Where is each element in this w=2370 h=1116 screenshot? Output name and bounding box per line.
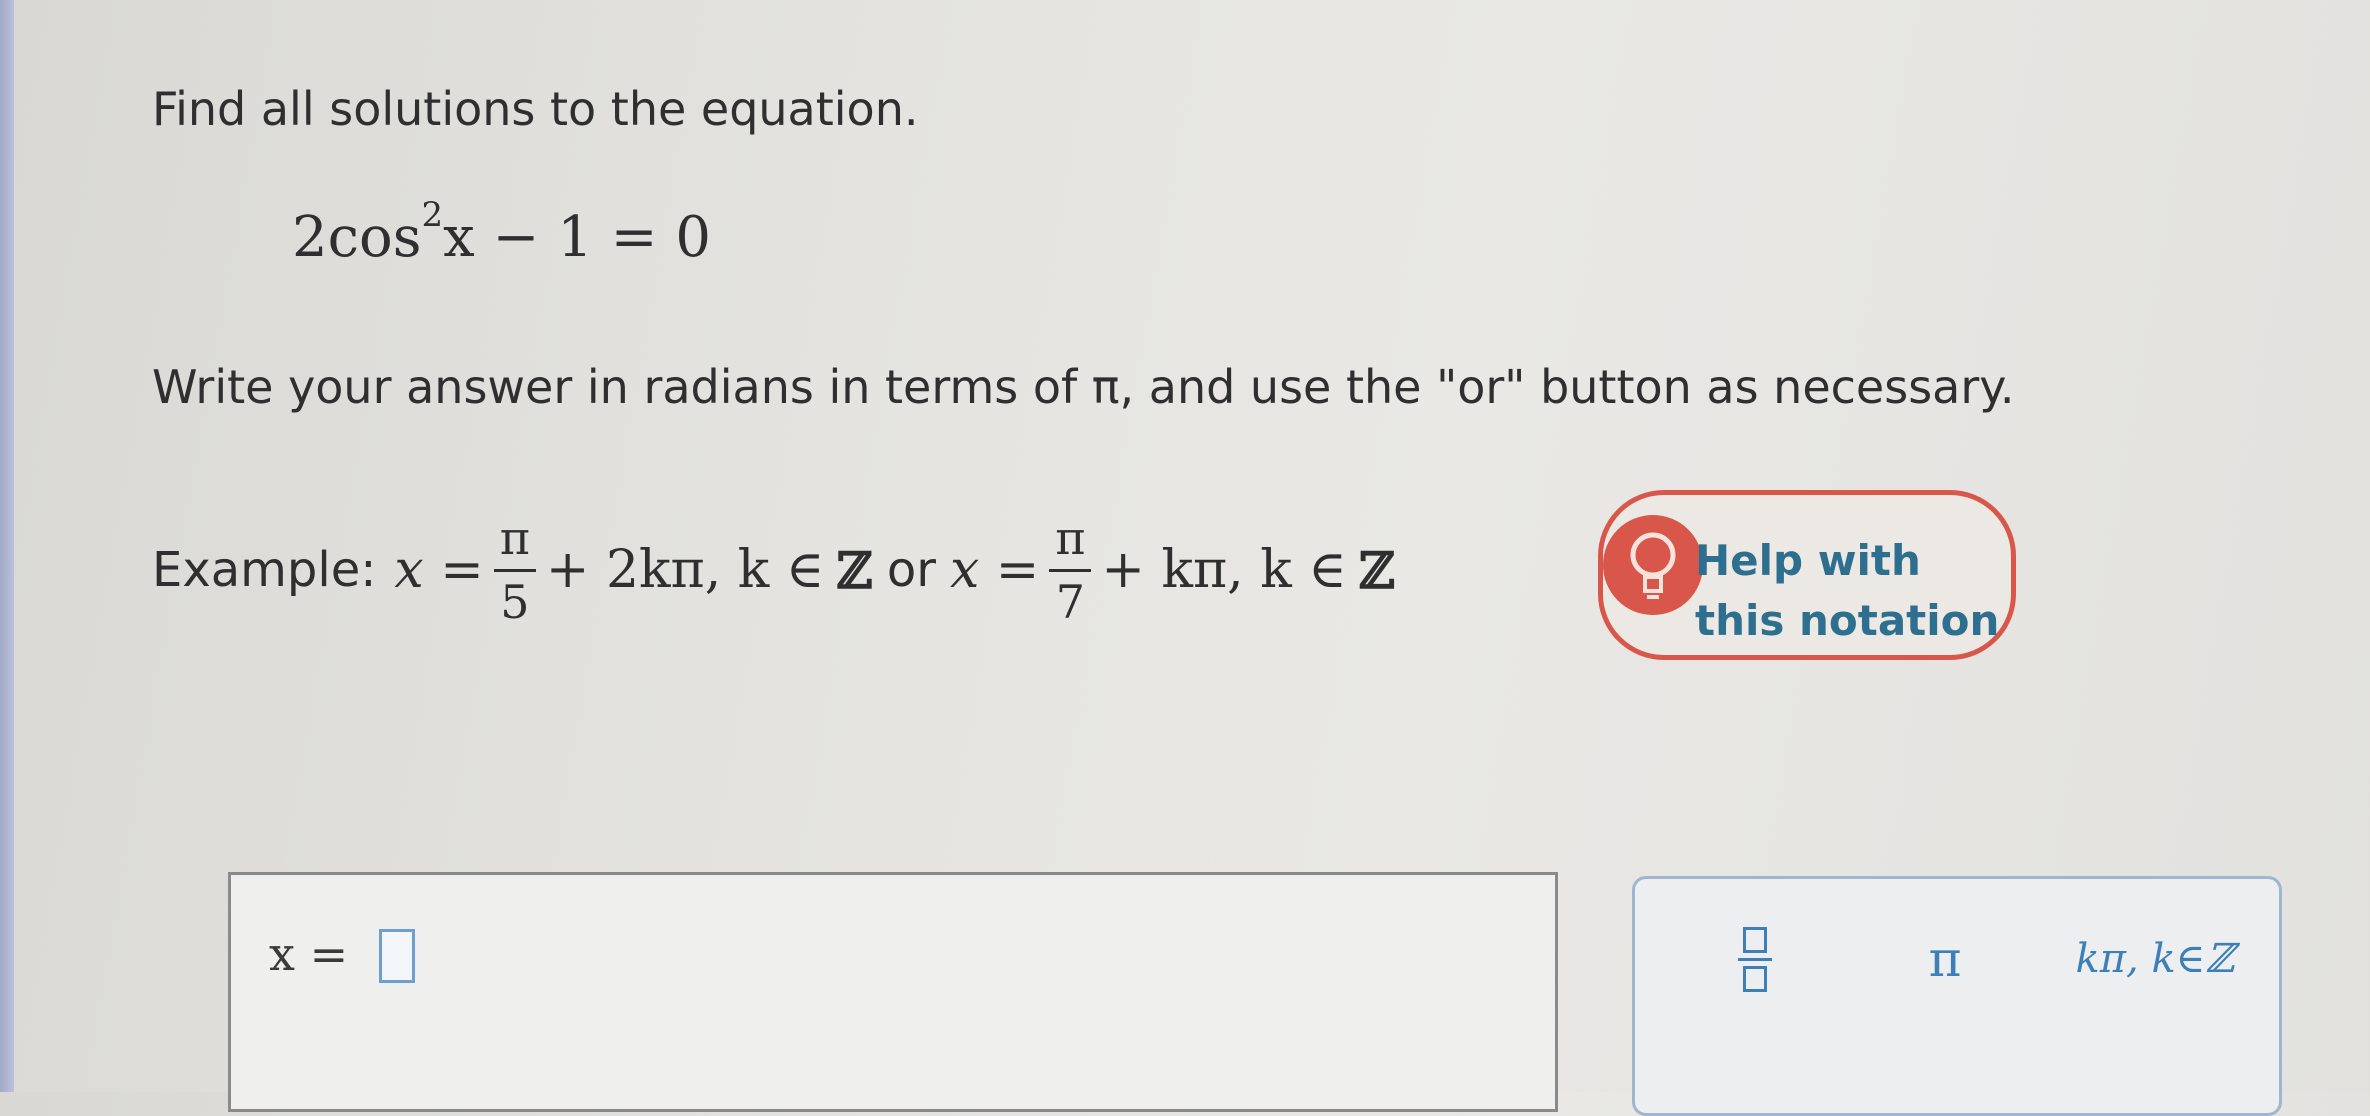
help-button-label: Help with this notation [1695,536,2000,645]
integer-set-symbol-2: ℤ [1358,540,1396,600]
k-pi-integer-button[interactable]: kπ, k∈ℤ [2055,919,2255,999]
fraction-denominator: 7 [1055,574,1086,629]
answer-input[interactable] [379,929,415,983]
help-with-notation-button[interactable]: Help with this notation [1598,490,2016,660]
equation-coefficient: 2 [292,205,328,270]
math-palette: π kπ, k∈ℤ [1632,876,2282,1116]
fraction-bar [1049,568,1092,572]
fraction-numerator: π [499,511,530,566]
integer-set-symbol-1: ℤ [836,540,873,600]
equation: 2cos2x − 1 = 0 [292,195,711,270]
answer-label: x = [269,927,349,981]
example-label: Example: [152,542,377,598]
instruction-text: Write your answer in radians in terms of… [152,360,2015,414]
example-fraction-2: π 7 [1049,511,1092,629]
example-or-label: or [886,542,936,598]
equation-exponent: 2 [421,195,444,236]
equation-function: cos [327,205,422,270]
example-tail-1: + 2kπ, k ∈ [545,540,825,600]
pi-button[interactable]: π [1905,919,1985,999]
lightbulb-icon [1603,515,1703,615]
fraction-bar [493,568,536,572]
left-edge-bar [0,0,14,1092]
fraction-denominator: 5 [500,574,530,629]
question-prompt: Find all solutions to the equation. [152,82,919,136]
example-lhs-1: x = [394,540,484,600]
example-fraction-1: π 5 [493,511,536,629]
equation-rest: x − 1 = 0 [443,205,711,270]
fraction-button[interactable] [1715,919,1795,999]
example-tail-2: + kπ, k ∈ [1101,540,1347,600]
fraction-numerator: π [1055,511,1086,566]
fraction-icon [1738,926,1772,992]
example-line: Example: x = π 5 + 2kπ, k ∈ ℤ or x = π 7… [152,505,1395,635]
answer-panel: x = [228,872,1558,1112]
example-lhs-2: x = [949,540,1040,600]
